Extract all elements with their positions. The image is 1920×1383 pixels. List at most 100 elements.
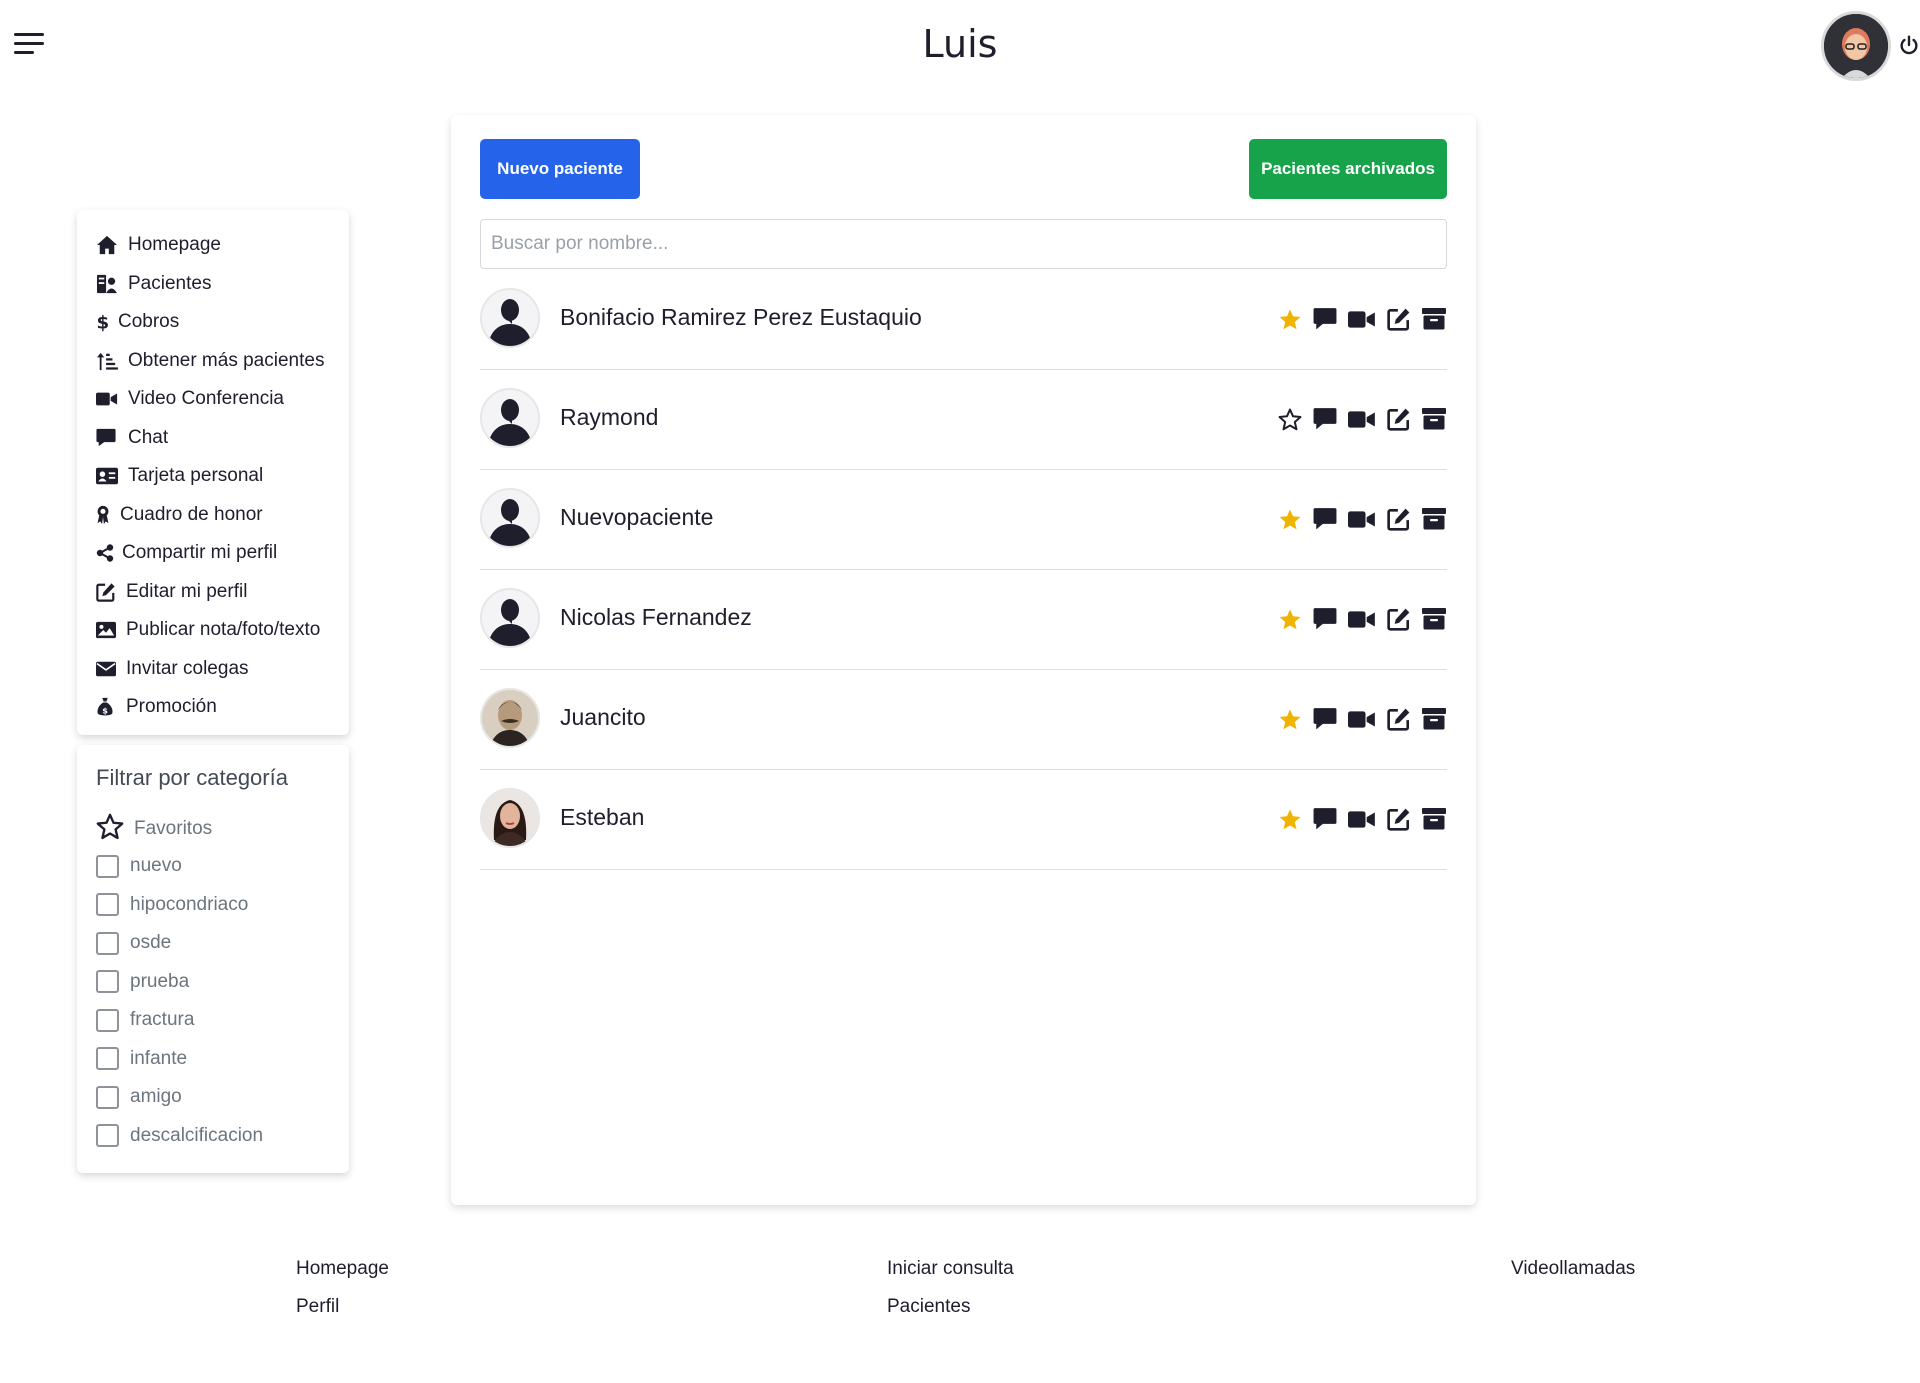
patient-avatar[interactable] [480, 388, 540, 448]
edit-icon[interactable] [1386, 406, 1412, 432]
category-checkbox-nuevo[interactable]: nuevo [96, 847, 330, 886]
sidebar-item-cuadro[interactable]: Cuadro de honor [77, 496, 349, 535]
chat-icon[interactable] [1312, 806, 1338, 832]
sidebar-item-pacientes[interactable]: Pacientes [77, 265, 349, 304]
checkbox[interactable] [96, 1008, 119, 1032]
patient-name[interactable]: Juancito [560, 704, 646, 731]
patient-avatar[interactable] [480, 288, 540, 348]
patient-row: Juancito [480, 670, 1447, 770]
checkbox[interactable] [96, 854, 119, 878]
svg-text:$: $ [102, 706, 108, 716]
patient-avatar[interactable] [480, 588, 540, 648]
category-checkbox-descalcificacion[interactable]: descalcificacion [96, 1117, 330, 1156]
category-checkbox-amigo[interactable]: amigo [96, 1078, 330, 1117]
footer-link-perfil[interactable]: Perfil [296, 1296, 339, 1318]
star-filled-icon[interactable] [1277, 306, 1303, 332]
sidebar-item-homepage[interactable]: Homepage [77, 226, 349, 265]
archive-icon[interactable] [1421, 406, 1447, 432]
sidebar-item-editar[interactable]: Editar mi perfil [77, 573, 349, 612]
edit-icon[interactable] [1386, 306, 1412, 332]
patient-avatar[interactable] [480, 688, 540, 748]
sidebar-item-chat[interactable]: Chat [77, 419, 349, 458]
patient-avatar[interactable] [480, 488, 540, 548]
archive-icon[interactable] [1421, 706, 1447, 732]
sidebar-item-tarjeta[interactable]: Tarjeta personal [77, 457, 349, 496]
checkbox[interactable] [96, 1124, 119, 1148]
star-filled-icon[interactable] [1277, 806, 1303, 832]
patient-avatar[interactable] [480, 788, 540, 848]
sort-up-icon [96, 350, 120, 372]
favorites-filter[interactable]: Favoritos [96, 811, 330, 847]
sidebar-item-video[interactable]: Video Conferencia [77, 380, 349, 419]
footer-link-videollamadas[interactable]: Videollamadas [1511, 1258, 1635, 1280]
archive-icon[interactable] [1421, 806, 1447, 832]
video-icon[interactable] [1347, 506, 1377, 532]
category-checkbox-prueba[interactable]: prueba [96, 963, 330, 1002]
video-icon[interactable] [1347, 706, 1377, 732]
video-icon[interactable] [1347, 406, 1377, 432]
user-avatar[interactable] [1821, 11, 1891, 81]
category-checkbox-infante[interactable]: infante [96, 1040, 330, 1079]
edit-icon[interactable] [1386, 506, 1412, 532]
money-bag-icon: $ [96, 696, 118, 718]
id-card-icon [96, 465, 120, 487]
star-filled-icon[interactable] [1277, 606, 1303, 632]
patient-row: Esteban [480, 770, 1447, 870]
sidebar-item-obtener[interactable]: Obtener más pacientes [77, 342, 349, 381]
patient-name[interactable]: Esteban [560, 804, 644, 831]
award-icon [96, 504, 112, 526]
video-icon[interactable] [1347, 806, 1377, 832]
category-checkbox-hipocondriaco[interactable]: hipocondriaco [96, 886, 330, 925]
edit-icon[interactable] [1386, 606, 1412, 632]
archived-patients-button[interactable]: Pacientes archivados [1249, 139, 1447, 199]
image-icon [96, 619, 118, 641]
star-filled-icon[interactable] [1277, 706, 1303, 732]
checkbox[interactable] [96, 931, 119, 955]
footer-link-iniciar-consulta[interactable]: Iniciar consulta [887, 1258, 1014, 1280]
patient-name[interactable]: Bonifacio Ramirez Perez Eustaquio [560, 304, 922, 331]
star-outline-icon[interactable] [1277, 406, 1303, 432]
category-label: infante [130, 1047, 188, 1069]
sidebar-item-cobros[interactable]: $ Cobros [77, 303, 349, 342]
sidebar-item-label: Promoción [126, 696, 217, 718]
power-icon[interactable] [1898, 34, 1920, 56]
chat-icon[interactable] [1312, 706, 1338, 732]
sidebar-item-promocion[interactable]: $ Promoción [77, 688, 349, 727]
sidebar-item-label: Cuadro de honor [120, 503, 263, 525]
footer-link-pacientes[interactable]: Pacientes [887, 1296, 970, 1318]
category-checkbox-osde[interactable]: osde [96, 924, 330, 963]
sidebar-item-label: Cobros [118, 311, 180, 333]
chat-icon[interactable] [1312, 406, 1338, 432]
category-checkbox-fractura[interactable]: fractura [96, 1001, 330, 1040]
patient-row: Nuevopaciente [480, 470, 1447, 570]
archive-icon[interactable] [1421, 606, 1447, 632]
edit-icon [96, 581, 118, 603]
chat-icon[interactable] [1312, 506, 1338, 532]
envelope-icon [96, 658, 118, 680]
sidebar-item-publicar[interactable]: Publicar nota/foto/texto [77, 611, 349, 650]
edit-icon[interactable] [1386, 806, 1412, 832]
checkbox[interactable] [96, 1085, 119, 1109]
footer-link-homepage[interactable]: Homepage [296, 1258, 389, 1280]
patient-name[interactable]: Raymond [560, 404, 658, 431]
search-input[interactable] [480, 219, 1447, 269]
new-patient-button[interactable]: Nuevo paciente [480, 139, 640, 199]
video-icon [96, 388, 120, 410]
edit-icon[interactable] [1386, 706, 1412, 732]
patient-name[interactable]: Nicolas Fernandez [560, 604, 752, 631]
patient-row: Bonifacio Ramirez Perez Eustaquio [480, 270, 1447, 370]
patient-name[interactable]: Nuevopaciente [560, 504, 713, 531]
checkbox[interactable] [96, 970, 119, 994]
archive-icon[interactable] [1421, 306, 1447, 332]
chat-icon[interactable] [1312, 306, 1338, 332]
archive-icon[interactable] [1421, 506, 1447, 532]
sidebar-item-invitar[interactable]: Invitar colegas [77, 650, 349, 689]
chat-icon[interactable] [1312, 606, 1338, 632]
video-icon[interactable] [1347, 306, 1377, 332]
checkbox[interactable] [96, 1047, 119, 1071]
video-icon[interactable] [1347, 606, 1377, 632]
checkbox[interactable] [96, 893, 119, 917]
sidebar-item-compartir[interactable]: Compartir mi perfil [77, 534, 349, 573]
home-icon [96, 234, 120, 256]
star-filled-icon[interactable] [1277, 506, 1303, 532]
